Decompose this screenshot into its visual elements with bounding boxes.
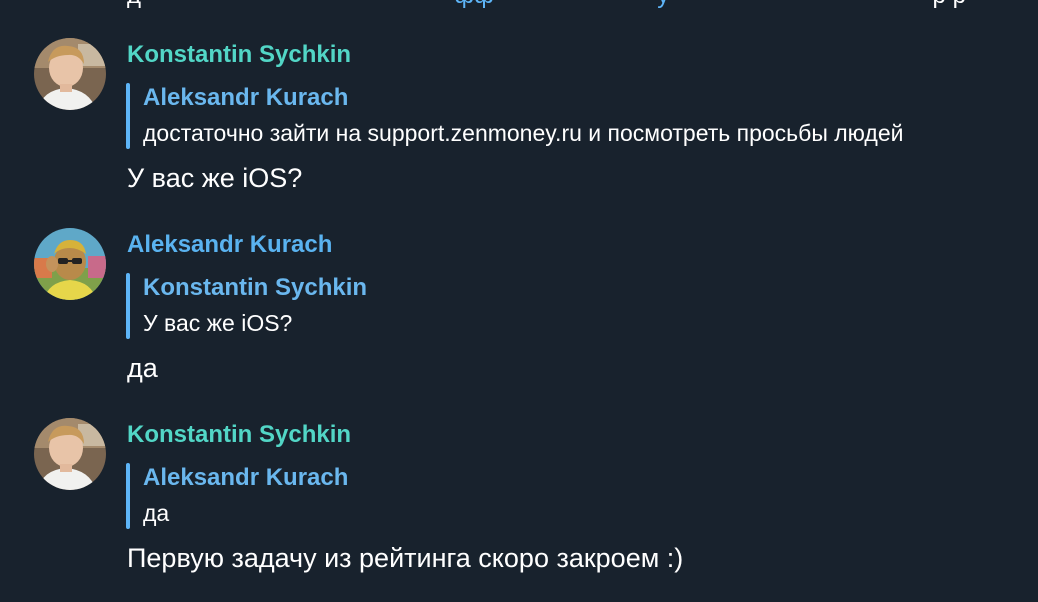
reply-bar	[126, 273, 130, 339]
user-photo-icon	[34, 38, 106, 110]
cut-link-fragment[interactable]: фф	[454, 0, 494, 9]
reply-quote[interactable]: Konstantin Sychkin У вас же iOS?	[126, 273, 1038, 339]
reply-bar	[126, 83, 130, 149]
reply-author-name: Aleksandr Kurach	[143, 84, 349, 111]
reply-text: да	[143, 500, 170, 526]
user-photo-icon	[34, 228, 106, 300]
reply-quote[interactable]: Aleksandr Kurach достаточно зайти на sup…	[126, 83, 1038, 149]
avatar-konstantin-sychkin[interactable]	[34, 418, 106, 490]
reply-text: У вас же iOS?	[143, 310, 293, 336]
avatar-konstantin-sychkin[interactable]	[34, 38, 106, 110]
reply-author-name: Aleksandr Kurach	[143, 464, 349, 491]
reply-text: достаточно зайти на support.zenmoney.ru …	[143, 120, 904, 146]
previous-message-cut-off-text: д фф у р р	[127, 0, 966, 9]
message-text: У вас же iOS?	[127, 163, 303, 193]
message-text: Первую задачу из рейтинга скоро закроем …	[127, 543, 684, 573]
message-author-name[interactable]: Aleksandr Kurach	[127, 230, 332, 260]
message-author-name[interactable]: Konstantin Sychkin	[127, 40, 351, 70]
cut-text-mid: у	[657, 0, 669, 9]
reply-author-name: Konstantin Sychkin	[143, 274, 368, 301]
message-author-name[interactable]: Konstantin Sychkin	[127, 420, 351, 450]
cut-text-start: д	[127, 0, 141, 9]
cut-text-end: р р	[933, 0, 966, 9]
message-text: да	[127, 353, 158, 383]
reply-bar	[126, 463, 130, 529]
user-photo-icon	[34, 418, 106, 490]
reply-quote[interactable]: Aleksandr Kurach да	[126, 463, 1038, 529]
avatar-aleksandr-kurach[interactable]	[34, 228, 106, 300]
